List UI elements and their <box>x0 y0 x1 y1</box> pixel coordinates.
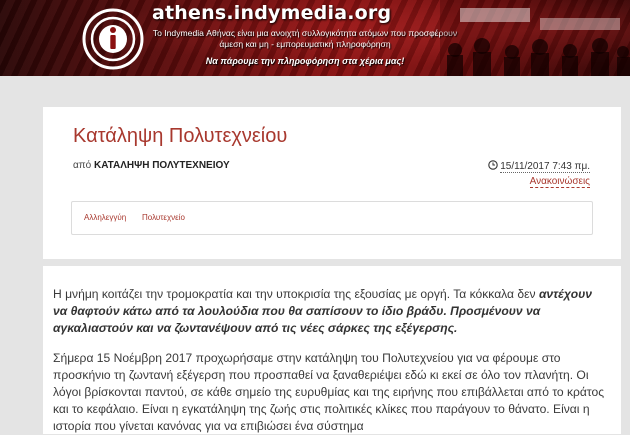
article-author: ΚΑΤΑΛΗΨΗ ΠΟΛΥΤΕΧΝΕΙΟΥ <box>94 160 230 171</box>
site-banner: athens.indymedia.org Το Indymedia Αθήνας… <box>0 0 630 76</box>
tags-box: Αλληλεγγύη Πολυτεχνείο <box>71 201 593 235</box>
article-paragraph-1: Η μνήμη κοιτάζει την τρομοκρατία και την… <box>53 286 609 337</box>
article-header-card: Κατάληψη Πολυτεχνείου από ΚΑΤΑΛΗΨΗ ΠΟΛΥΤ… <box>43 107 621 259</box>
article-category-link[interactable]: Ανακοινώσεις <box>529 176 590 188</box>
article-paragraph-2: Σήμερα 15 Νοέμβρη 2017 προχωρήσαμε στην … <box>53 351 605 433</box>
banner-crowd-image <box>440 0 630 76</box>
indymedia-logo-icon[interactable] <box>82 8 144 70</box>
byline-prefix: από <box>73 160 92 171</box>
article-title: Κατάληψη Πολυτεχνείου <box>73 125 288 147</box>
tag-solidarity[interactable]: Αλληλεγγύη <box>84 213 126 222</box>
article-byline: από ΚΑΤΑΛΗΨΗ ΠΟΛΥΤΕΧΝΕΙΟΥ <box>73 160 230 171</box>
site-tagline: Το Indymedia Αθήνας είναι μια ανοιχτή συ… <box>152 28 458 49</box>
site-title[interactable]: athens.indymedia.org <box>152 2 391 24</box>
article-date: 15/11/2017 7:43 πμ. <box>500 161 590 173</box>
tag-polytechnic[interactable]: Πολυτεχνείο <box>142 213 185 222</box>
article-meta: 15/11/2017 7:43 πμ. Ανακοινώσεις <box>470 159 590 189</box>
paragraph-1-text: Η μνήμη κοιτάζει την τρομοκρατία και την… <box>53 287 539 301</box>
article-body: Η μνήμη κοιτάζει την τρομοκρατία και την… <box>43 266 621 434</box>
clock-icon <box>488 160 498 170</box>
site-motto: Να πάρουμε την πληροφόρηση στα χέρια μας… <box>205 56 405 66</box>
